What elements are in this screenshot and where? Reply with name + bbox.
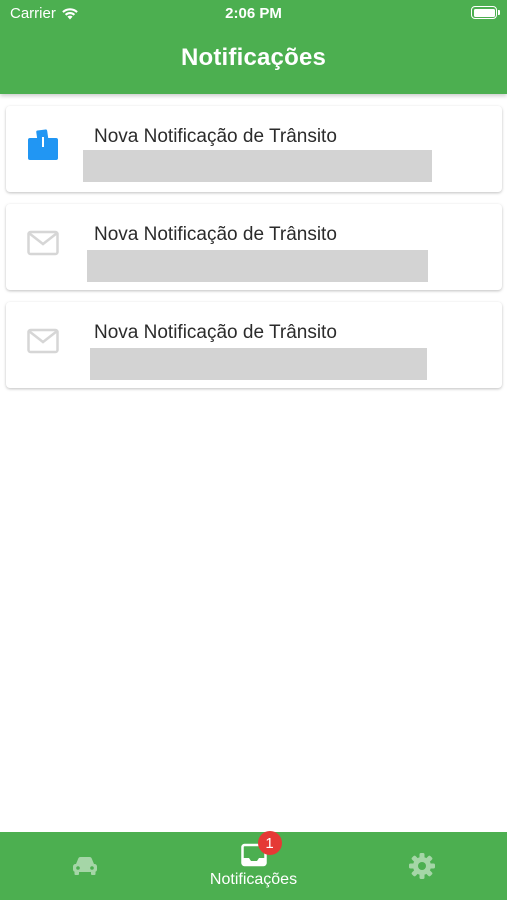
notification-list: Nova Notificação de Trânsito Nova Notifi… bbox=[6, 106, 502, 400]
notification-body-placeholder bbox=[90, 348, 427, 380]
tab-notifications-label: Notificações bbox=[209, 871, 298, 888]
notification-title: Nova Notificação de Trânsito bbox=[94, 224, 337, 245]
tab-notifications[interactable]: 1 Notificações bbox=[193, 831, 314, 900]
page-title: Notificações bbox=[180, 44, 327, 71]
envelope-icon bbox=[26, 324, 60, 358]
notification-card[interactable]: Nova Notificação de Trânsito bbox=[6, 106, 502, 192]
notification-body-placeholder bbox=[87, 250, 428, 282]
tab-vehicles[interactable] bbox=[55, 832, 115, 900]
notification-title: Nova Notificação de Trânsito bbox=[94, 322, 337, 343]
mailbox-open-icon bbox=[26, 128, 60, 162]
status-bar: Carrier 2:06 PM bbox=[0, 0, 507, 28]
tab-bar: 1 Notificações bbox=[0, 831, 507, 900]
car-icon bbox=[73, 857, 97, 875]
inbox-icon-wrapper: 1 bbox=[240, 831, 282, 867]
notification-card[interactable]: Nova Notificação de Trânsito bbox=[6, 204, 502, 290]
notification-body-placeholder bbox=[83, 150, 432, 182]
notification-title: Nova Notificação de Trânsito bbox=[94, 126, 337, 147]
notification-badge: 1 bbox=[257, 831, 282, 855]
app-header: Carrier 2:06 PM Notificações bbox=[0, 0, 507, 94]
gear-icon bbox=[409, 853, 435, 879]
status-time: 2:06 PM bbox=[225, 5, 282, 22]
envelope-icon bbox=[26, 226, 60, 260]
tab-settings[interactable] bbox=[392, 832, 452, 900]
battery-icon bbox=[471, 6, 500, 19]
notification-card[interactable]: Nova Notificação de Trânsito bbox=[6, 302, 502, 388]
